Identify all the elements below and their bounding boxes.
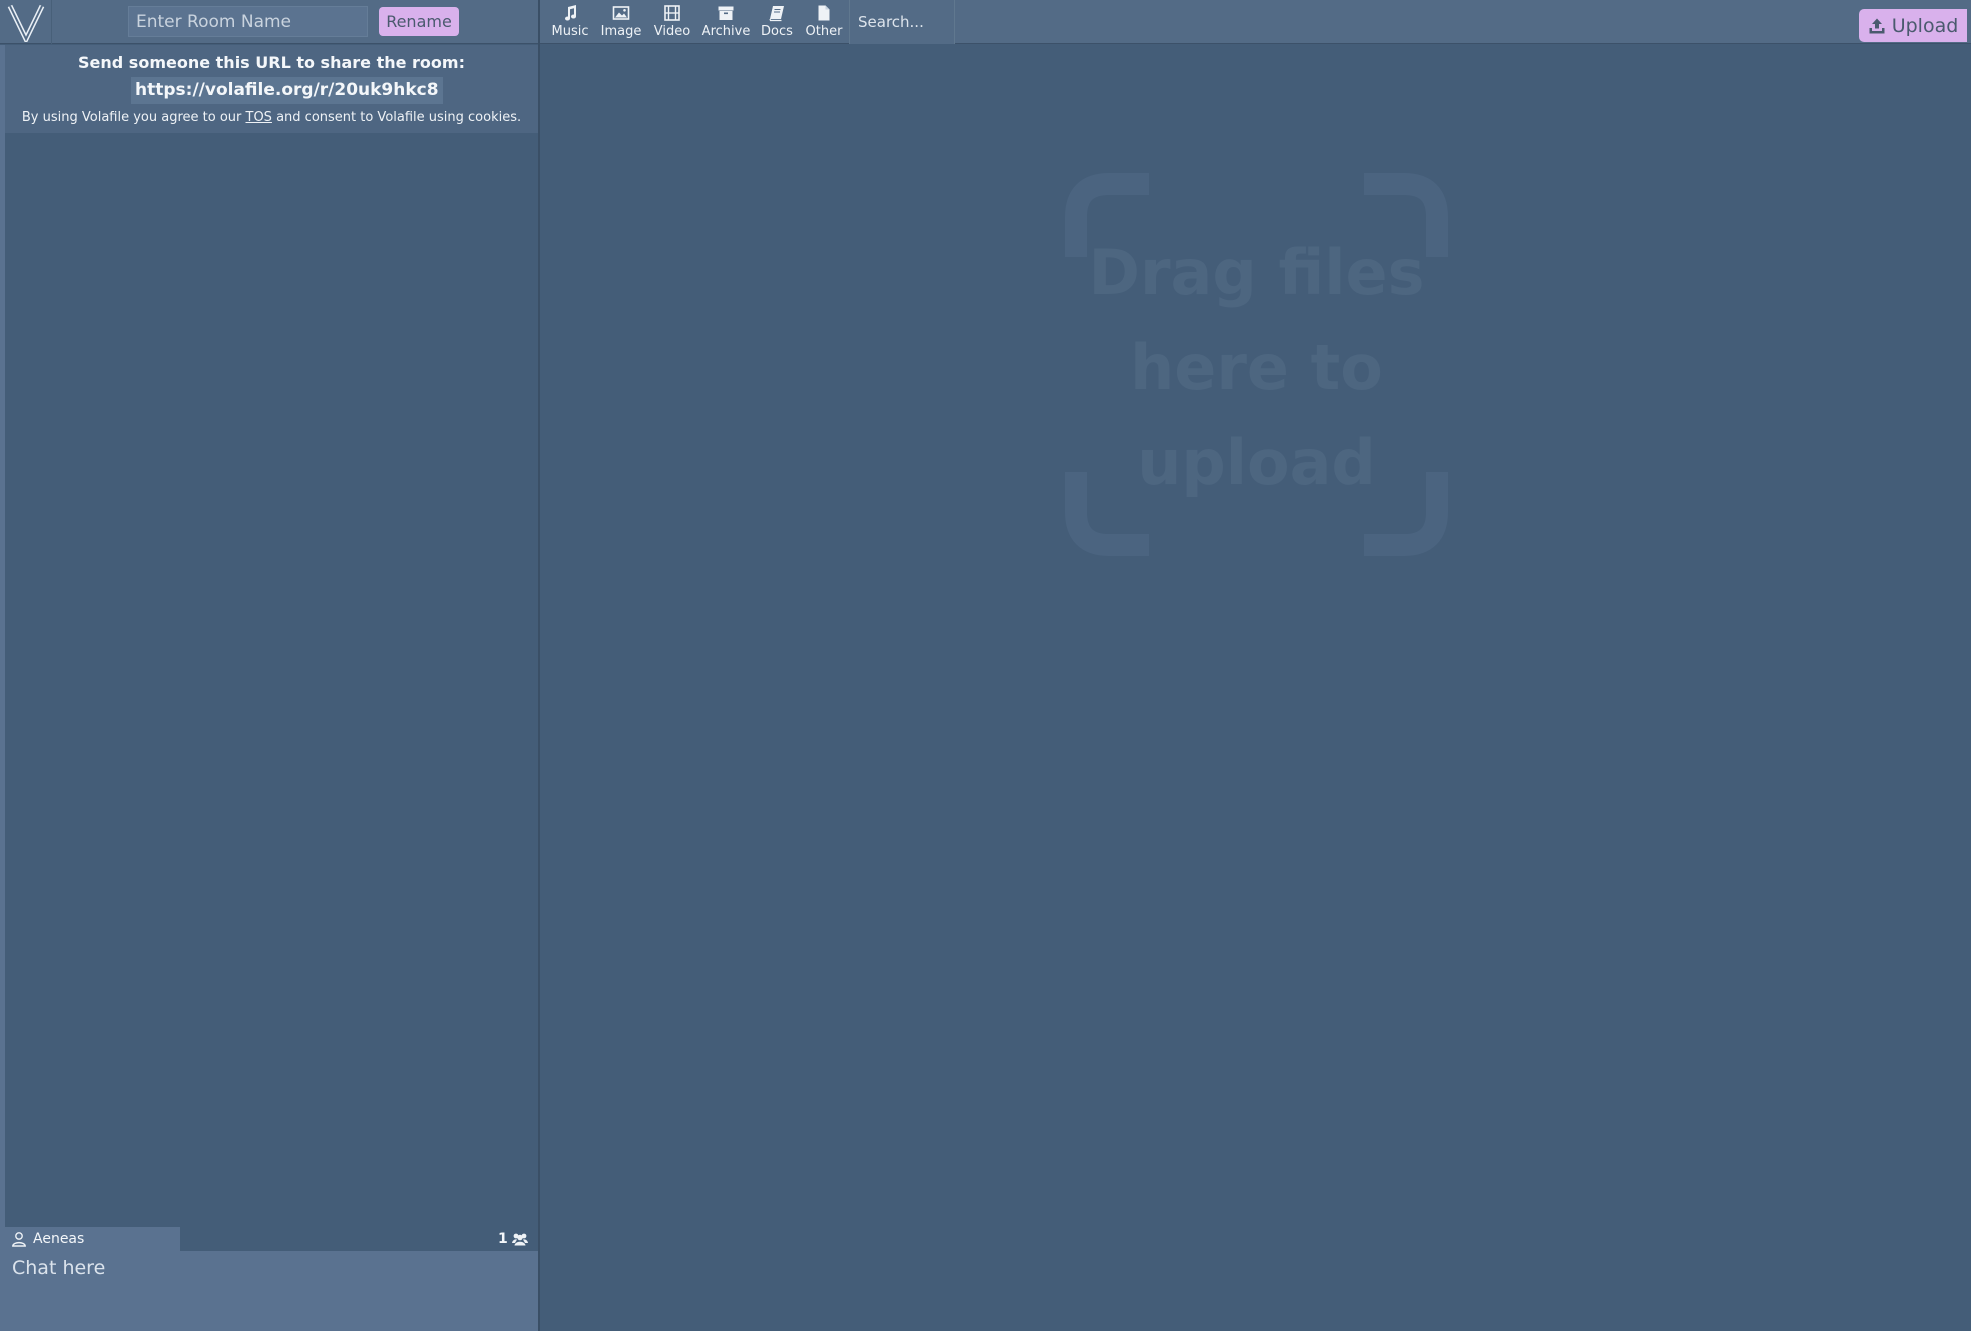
filter-other-label: Other bbox=[805, 24, 843, 39]
username-label: Aeneas bbox=[33, 1231, 85, 1247]
search-box bbox=[849, 0, 955, 44]
user-count[interactable]: 1 bbox=[498, 1229, 528, 1249]
upload-label: Upload bbox=[1891, 14, 1959, 37]
drop-zone-line: upload bbox=[1137, 426, 1376, 499]
chat-input[interactable] bbox=[5, 1251, 538, 1331]
filter-music-label: Music bbox=[551, 24, 589, 39]
room-name-input[interactable] bbox=[128, 6, 368, 37]
filter-image-label: Image bbox=[600, 24, 642, 39]
rename-button[interactable]: Rename bbox=[379, 7, 459, 36]
tos-notice: By using Volafile you agree to our TOS a… bbox=[5, 110, 538, 125]
filter-music[interactable]: Music bbox=[545, 0, 595, 44]
filter-archive[interactable]: Archive bbox=[698, 0, 754, 44]
chat-pane bbox=[0, 45, 538, 1331]
top-bar: Rename Music Image Video Archive Docs Ot… bbox=[0, 0, 1971, 44]
tos-prefix: By using Volafile you agree to our bbox=[21, 110, 242, 125]
book-icon bbox=[769, 6, 784, 22]
username-tab[interactable]: Aeneas bbox=[5, 1227, 180, 1251]
filter-video-label: Video bbox=[653, 24, 691, 39]
filter-other[interactable]: Other bbox=[800, 0, 848, 44]
upload-button[interactable]: Upload bbox=[1859, 9, 1967, 42]
logo-separator bbox=[51, 0, 52, 44]
user-icon bbox=[12, 1232, 26, 1247]
film-icon bbox=[664, 5, 680, 21]
tos-suffix: and consent to Volafile using cookies. bbox=[276, 110, 522, 125]
volafile-logo-icon[interactable] bbox=[6, 2, 46, 42]
share-room-box: Send someone this URL to share the room:… bbox=[5, 45, 538, 133]
search-input[interactable] bbox=[858, 13, 954, 31]
chat-pane-edge bbox=[0, 45, 5, 1331]
drop-zone-line: Drag files bbox=[1088, 236, 1425, 309]
filter-docs-label: Docs bbox=[761, 24, 793, 39]
file-type-filters: Music Image Video Archive Docs Other bbox=[545, 0, 849, 44]
share-title: Send someone this URL to share the room: bbox=[78, 53, 465, 72]
share-url[interactable]: https://volafile.org/r/20uk9hkc8 bbox=[131, 77, 443, 104]
chat-input-box bbox=[5, 1251, 538, 1331]
filter-image[interactable]: Image bbox=[596, 0, 646, 44]
image-icon bbox=[612, 6, 630, 20]
filter-archive-label: Archive bbox=[701, 24, 751, 39]
file-icon bbox=[818, 5, 830, 21]
music-note-icon bbox=[565, 5, 577, 21]
upload-icon bbox=[1869, 18, 1885, 33]
drop-zone-line: here to bbox=[1130, 331, 1383, 404]
filter-video[interactable]: Video bbox=[647, 0, 697, 44]
users-icon bbox=[511, 1233, 528, 1246]
user-count-value: 1 bbox=[498, 1231, 508, 1247]
drop-zone-text: Drag files here to upload bbox=[1064, 225, 1449, 510]
pane-divider[interactable] bbox=[538, 0, 540, 1331]
archive-box-icon bbox=[718, 6, 734, 20]
tos-link[interactable]: TOS bbox=[246, 110, 272, 125]
filter-docs[interactable]: Docs bbox=[755, 0, 799, 44]
